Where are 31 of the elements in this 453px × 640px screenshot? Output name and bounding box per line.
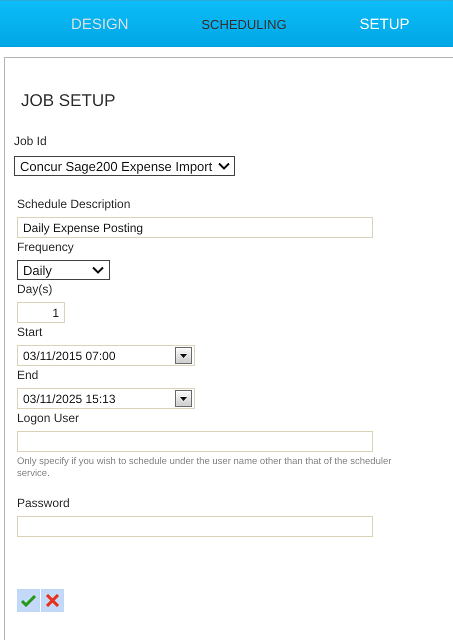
dropdown-button[interactable] (175, 390, 192, 407)
field-label: Day(s) (17, 282, 54, 296)
hint-text: Only specify if you wish to schedule under the user name other than that of the scheduler service. (17, 456, 392, 480)
field-label: Logon User (17, 411, 80, 425)
password-field[interactable] (17, 516, 373, 537)
date-time-field[interactable]: 03/11/2025 15:13 (17, 388, 195, 409)
date-time-field[interactable]: 03/11/2015 07:00 (17, 345, 195, 366)
check-icon (21, 594, 36, 606)
date-time-value: 03/11/2025 15:13 (23, 392, 116, 406)
close-icon (46, 594, 59, 607)
field-label: Frequency (17, 240, 75, 254)
job-dropdown[interactable]: Concur Sage200 Expense Import (14, 156, 236, 176)
cancel-button[interactable] (41, 589, 64, 612)
field-label: Schedule Description (17, 197, 132, 211)
page-title: JOB SETUP (21, 91, 116, 111)
field-label: End (17, 368, 40, 382)
chevron-icon (92, 266, 104, 274)
save-button[interactable] (17, 589, 40, 612)
text-field[interactable]: Daily Expense Posting (17, 217, 373, 238)
field-label: Password (17, 496, 71, 510)
chevron-icon (218, 162, 230, 170)
nav-tab[interactable]: SCHEDULING (198, 14, 291, 34)
text-field[interactable] (17, 431, 373, 452)
caret-icon (180, 396, 187, 400)
frequency-dropdown[interactable]: Daily (17, 260, 110, 280)
date-time-value: 03/11/2015 07:00 (23, 348, 116, 362)
field-label: Start (17, 325, 44, 339)
dropdown-button[interactable] (175, 347, 192, 364)
number-field[interactable]: 1 (17, 302, 65, 323)
caret-icon (180, 354, 187, 358)
field-label: Job Id (14, 134, 48, 148)
